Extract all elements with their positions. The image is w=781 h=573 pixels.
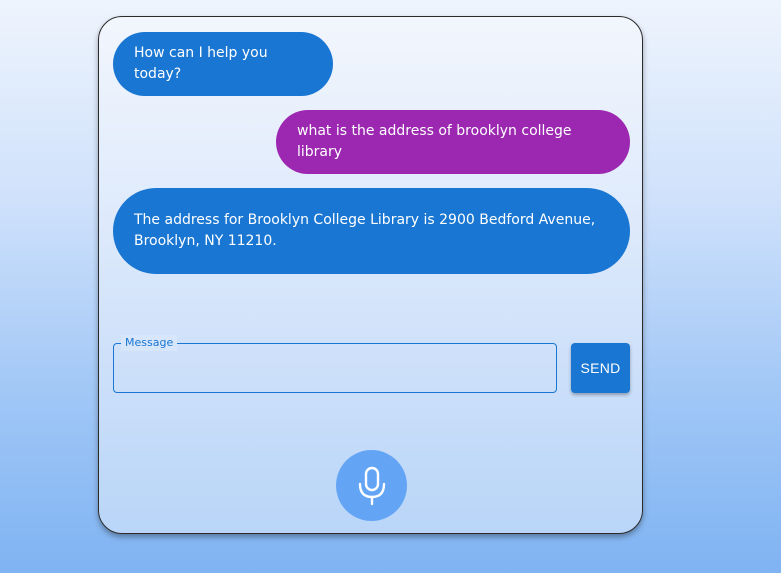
user-message: what is the address of brooklyn college …	[276, 110, 630, 174]
message-text: How can I help you today?	[134, 45, 268, 82]
message-text: The address for Brooklyn College Library…	[134, 212, 596, 249]
message-input[interactable]	[114, 344, 556, 392]
message-text: what is the address of brooklyn college …	[297, 123, 572, 160]
chat-window: How can I help you today? what is the ad…	[98, 16, 643, 534]
bot-message: How can I help you today?	[113, 32, 333, 96]
microphone-icon	[358, 466, 385, 505]
message-field[interactable]: Message	[113, 335, 557, 393]
bot-message: The address for Brooklyn College Library…	[113, 188, 630, 274]
microphone-button[interactable]	[336, 450, 407, 521]
send-button[interactable]: SEND	[571, 343, 630, 393]
